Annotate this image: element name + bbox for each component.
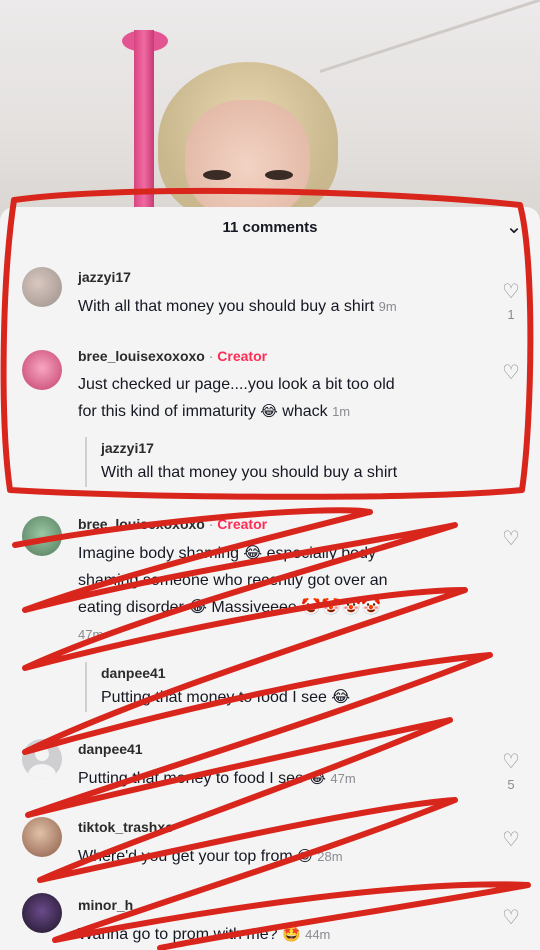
comment-username-line: bree_louisexoxoxo · Creator	[78, 516, 267, 532]
comment-time: 9m	[378, 299, 397, 314]
video-background	[0, 0, 540, 215]
comment-username[interactable]: tiktok_trashxo	[78, 819, 174, 835]
creator-badge: Creator	[217, 348, 268, 364]
avatar[interactable]	[22, 516, 62, 556]
close-icon[interactable]: ⌄	[502, 215, 526, 239]
pole	[134, 30, 154, 215]
comments-sheet: 11 comments ⌄ jazzyi17 With all that mon…	[0, 207, 540, 950]
person-eye-right	[265, 170, 293, 180]
comment-body: Where'd you get your top from	[78, 848, 293, 865]
avatar[interactable]	[22, 267, 62, 307]
comment-time: 44m	[305, 927, 331, 942]
laughing-emoji-icon: 😂	[308, 770, 326, 787]
comment-time: 47m	[78, 627, 104, 642]
comment-username[interactable]: bree_louisexoxoxo	[78, 348, 205, 364]
comment-username[interactable]: minor_h	[78, 897, 133, 913]
comment-text: Where'd you get your top from 😍 28m	[78, 843, 478, 870]
comment-body: Wanna go to prom with me?	[78, 926, 278, 943]
comment-username[interactable]: bree_louisexoxoxo	[78, 516, 205, 532]
comment-line: shaming someone who recently got over an	[78, 572, 388, 589]
comment-fragment: whack	[282, 403, 328, 420]
comment-username[interactable]: danpee41	[78, 741, 143, 757]
heart-eyes-emoji-icon: 😍	[297, 848, 313, 865]
comment-text: Wanna go to prom with me? 🤩 44m	[78, 921, 478, 948]
quoted-text: Putting that money to food I see 😂	[101, 689, 351, 706]
comment-line: for this kind of immaturity 😂 whack 1m	[78, 398, 478, 425]
comment-time: 28m	[317, 849, 343, 864]
comment-time: 47m	[330, 771, 356, 786]
avatar[interactable]	[22, 893, 62, 933]
comment-body: With all that money you should buy a shi…	[78, 298, 375, 315]
person-eye-left	[203, 170, 231, 180]
heart-icon[interactable]: ♡	[500, 528, 522, 550]
heart-icon[interactable]: ♡	[500, 362, 522, 384]
comment-line: Imagine body shaming 😂 especially body	[78, 545, 376, 562]
quoted-comment[interactable]: jazzyi17 With all that money you should …	[85, 437, 475, 487]
heart-icon[interactable]: ♡	[500, 907, 522, 929]
avatar[interactable]	[22, 739, 62, 779]
ceiling-edge	[319, 0, 540, 73]
quoted-text: With all that money you should buy a shi…	[101, 464, 398, 481]
heart-icon[interactable]: ♡	[500, 281, 522, 303]
comment-username-line: bree_louisexoxoxo · Creator	[78, 348, 267, 364]
like-count: 1	[507, 307, 515, 322]
star-struck-emoji-icon: 🤩	[281, 926, 301, 943]
quoted-comment[interactable]: danpee41 Putting that money to food I se…	[85, 662, 475, 712]
default-avatar-head	[35, 747, 49, 761]
comment-text: With all that money you should buy a shi…	[78, 293, 478, 320]
comment-line: eating disorder 😂 Massiveeee 🤡🤡🤡🤡	[78, 599, 381, 616]
person-face	[185, 100, 310, 215]
default-avatar-body	[28, 764, 56, 779]
like-count: 5	[507, 777, 515, 792]
quoted-username: danpee41	[101, 665, 166, 681]
laughing-emoji-icon: 😂	[260, 403, 278, 420]
comment-fragment: for this kind of immaturity	[78, 403, 256, 420]
comment-line: Just checked ur page....you look a bit t…	[78, 376, 395, 393]
avatar[interactable]	[22, 350, 62, 390]
heart-icon[interactable]: ♡	[500, 751, 522, 773]
quoted-username: jazzyi17	[101, 440, 154, 456]
separator-dot: ·	[208, 348, 214, 364]
comment-body: Putting that money to food I see	[78, 770, 304, 787]
comment-text: Putting that money to food I see 😂 47m	[78, 765, 478, 792]
comment-time: 1m	[332, 404, 351, 419]
comments-count-title: 11 comments	[222, 219, 318, 236]
comment-text: Imagine body shaming 😂 especially body s…	[78, 540, 478, 648]
separator-dot: ·	[208, 516, 214, 532]
avatar[interactable]	[22, 817, 62, 857]
heart-icon[interactable]: ♡	[500, 829, 522, 851]
creator-badge: Creator	[217, 516, 268, 532]
comment-username[interactable]: jazzyi17	[78, 269, 131, 285]
comment-text: Just checked ur page....you look a bit t…	[78, 371, 478, 425]
